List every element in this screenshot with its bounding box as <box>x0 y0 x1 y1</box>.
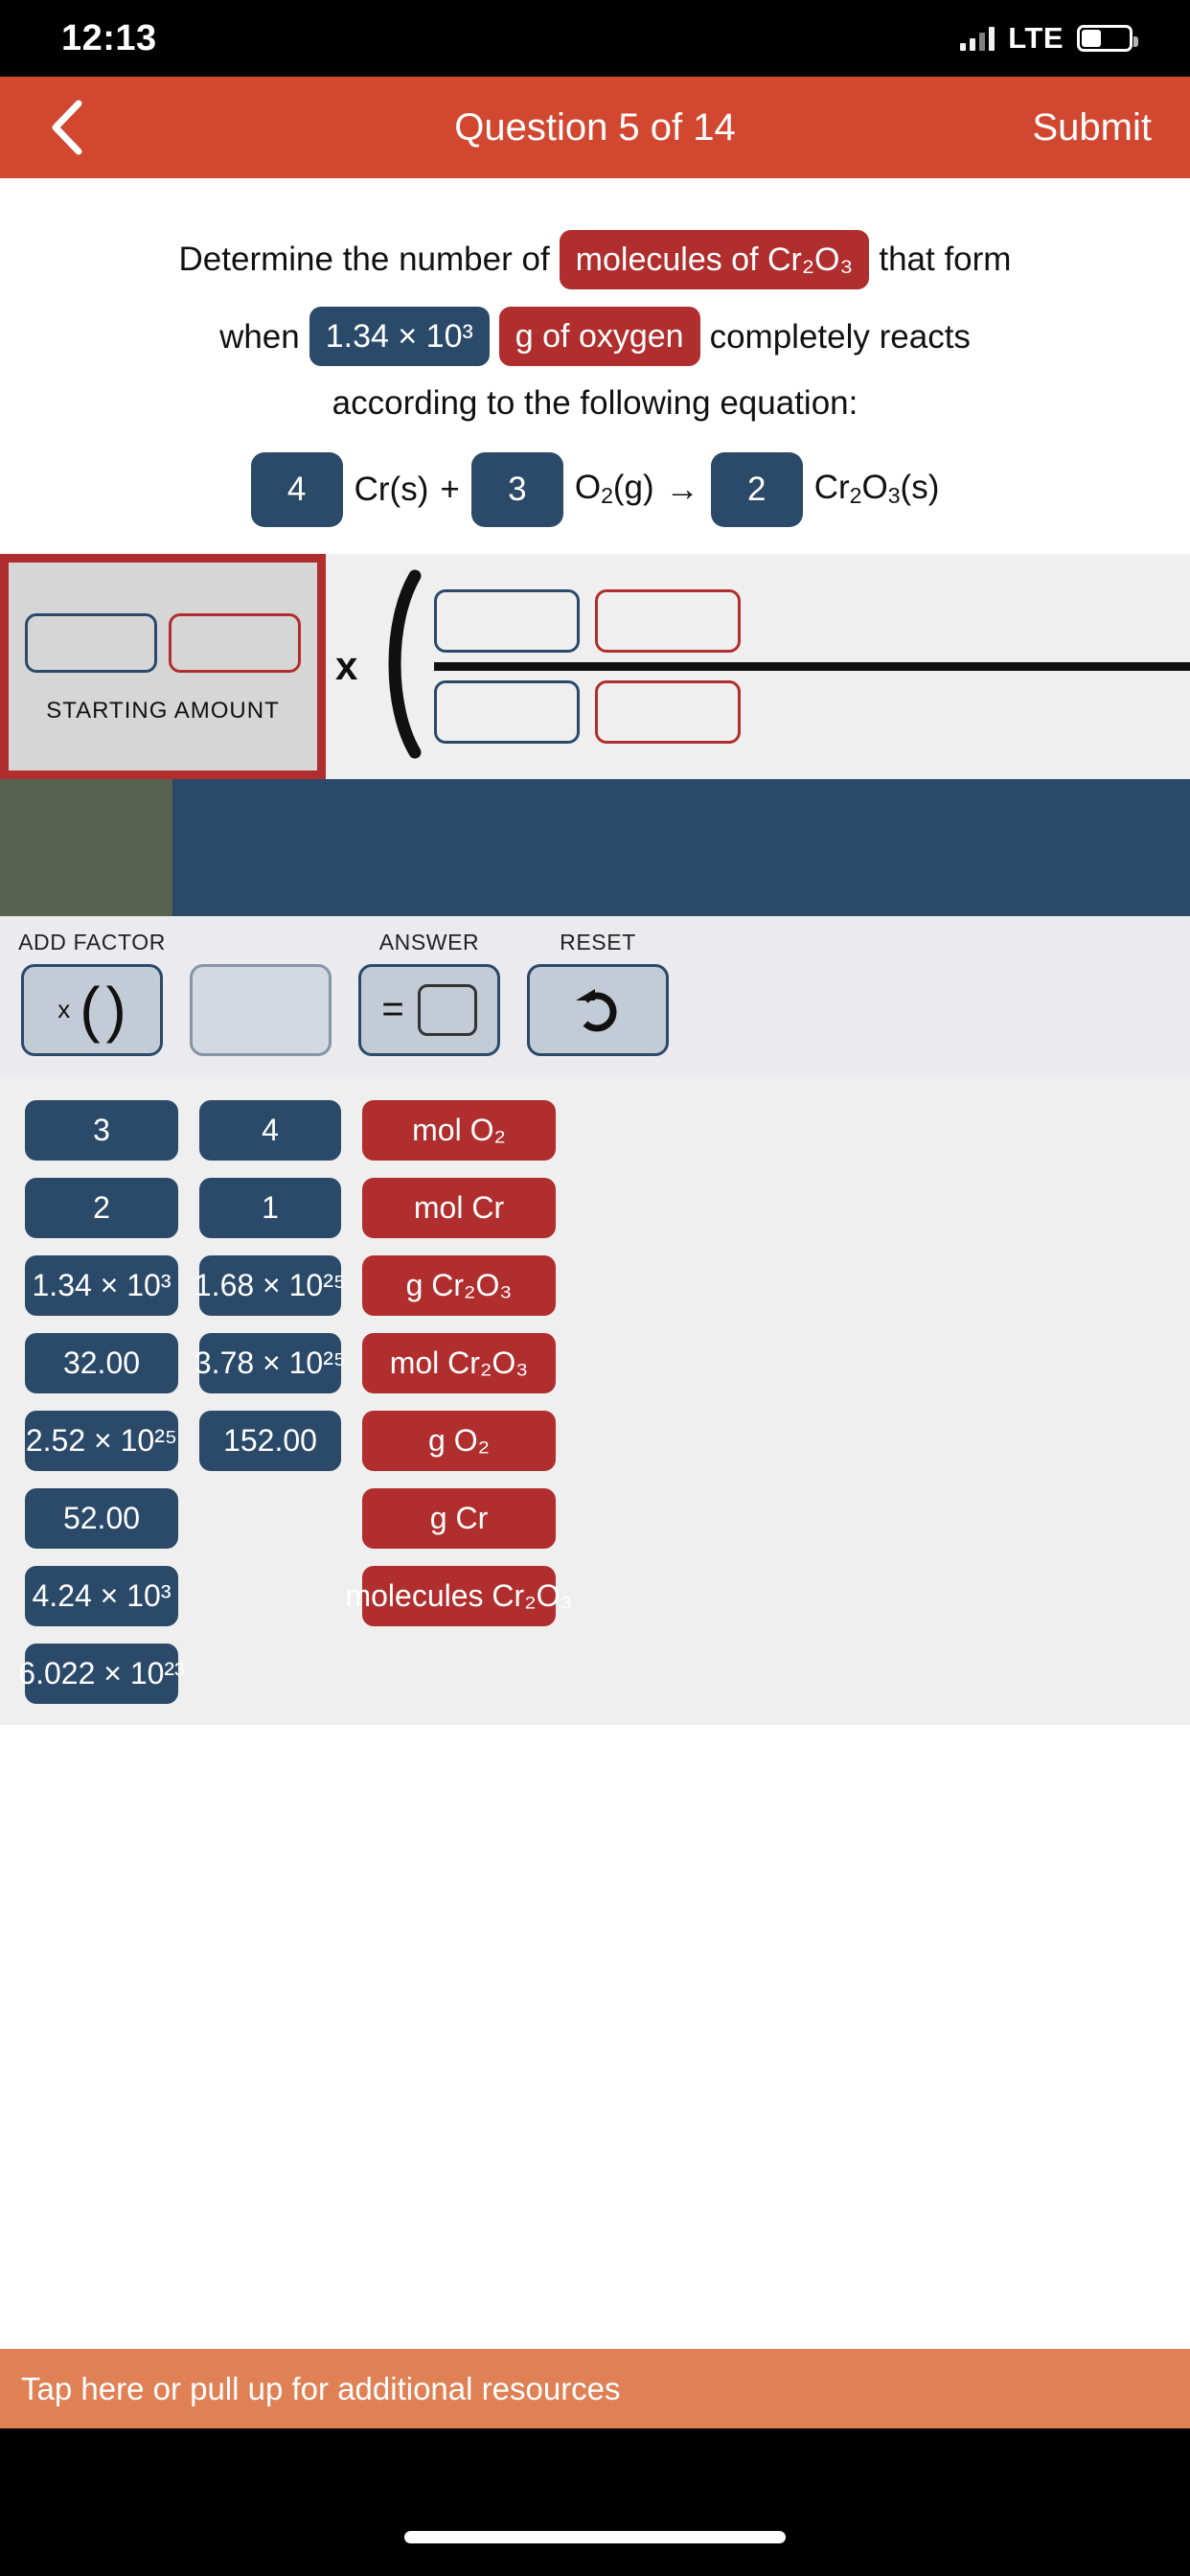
tile-item[interactable]: 3.78 × 10²⁵ <box>195 1332 346 1393</box>
numerator-unit-slot[interactable] <box>595 588 742 653</box>
undo-arrow-icon <box>570 979 626 1040</box>
multiply-parenthesis-icon: x <box>57 995 71 1024</box>
horizontal-scrollbar-thumb[interactable] <box>0 778 172 916</box>
additional-resources-label: Tap here or pull up for additional resou… <box>21 2370 621 2406</box>
tile-item[interactable]: 3 <box>25 1099 178 1161</box>
tile-item[interactable]: 52.00 <box>25 1487 178 1549</box>
answer-button[interactable]: = <box>358 963 500 1056</box>
reaction-arrow-icon: → <box>665 470 699 508</box>
target-quantity-pill: molecules of Cr₂O₃ <box>559 230 870 290</box>
fraction-numerator <box>434 588 1190 653</box>
work-area: STARTING AMOUNT x <box>0 553 1190 779</box>
question-panel: Determine the number of molecules of Cr₂… <box>0 178 1190 554</box>
starting-value-slot[interactable] <box>25 613 157 674</box>
empty-slot-button <box>190 963 332 1056</box>
home-indicator-area <box>0 2428 1190 2576</box>
question-text-prefix: Determine the number of <box>178 241 550 279</box>
question-line-2: when 1.34 × 10³ g of oxygen completely r… <box>33 307 1157 367</box>
fraction-denominator <box>434 679 1190 744</box>
coefficient-reactant-1[interactable]: 4 <box>250 451 343 527</box>
tile-item[interactable]: 2 <box>25 1177 178 1238</box>
home-indicator[interactable] <box>404 2531 786 2543</box>
starting-unit-slot[interactable] <box>169 613 301 674</box>
tile-item[interactable]: 4 <box>199 1099 341 1161</box>
tile-item[interactable]: g Cr <box>362 1487 556 1549</box>
add-factor-button[interactable]: x ( ) <box>21 963 163 1056</box>
equals-box-icon: = <box>381 988 404 1031</box>
starting-amount-label: STARTING AMOUNT <box>46 698 280 724</box>
network-type-label: LTE <box>1008 21 1064 55</box>
given-suffix-text: completely reacts <box>709 317 971 356</box>
tool-reset: RESET <box>527 930 669 1056</box>
tile-item[interactable]: 6.022 × 10²³ <box>18 1643 185 1704</box>
denominator-value-slot[interactable] <box>434 679 581 744</box>
tile-item[interactable]: 32.00 <box>25 1332 178 1393</box>
action-toolbar: ADD FACTOR x ( ) ANSWER = RESET <box>0 915 1190 1077</box>
chemical-equation: 4 Cr(s) + 3 O2(g) → 2 Cr2O3(s) <box>33 451 1157 527</box>
nav-bar: Question 5 of 14 Submit <box>0 77 1190 178</box>
tile-column-numbers-2: 4 1 1.68 × 10²⁵ 3.78 × 10²⁵ 152.00 <box>195 1099 346 1471</box>
reactant-2-formula: O2(g) <box>574 469 654 509</box>
answer-input-box[interactable] <box>417 983 477 1036</box>
conversion-fraction <box>434 588 1190 744</box>
battery-icon <box>1077 25 1138 52</box>
tile-bank: 3 2 1.34 × 10³ 32.00 2.52 × 10²⁵ 52.00 4… <box>0 1076 1190 1725</box>
tile-item[interactable]: g O₂ <box>362 1410 556 1471</box>
horizontal-scrollbar-track[interactable] <box>0 778 1190 916</box>
reset-label: RESET <box>560 929 636 954</box>
submit-button[interactable]: Submit <box>1033 106 1153 150</box>
status-indicators: LTE <box>960 21 1138 56</box>
product-1-formula: Cr2O3(s) <box>813 469 940 509</box>
tile-item[interactable]: 4.24 × 10³ <box>25 1565 178 1626</box>
back-chevron-icon[interactable] <box>38 99 96 156</box>
tile-item[interactable]: 1.34 × 10³ <box>25 1254 178 1316</box>
reactant-1-formula: Cr(s) <box>354 470 429 508</box>
tool-empty-slot <box>190 930 332 1056</box>
denominator-unit-slot[interactable] <box>595 679 742 744</box>
tile-item[interactable]: 1 <box>199 1177 341 1238</box>
additional-resources-bar[interactable]: Tap here or pull up for additional resou… <box>0 2349 1190 2428</box>
reset-button[interactable] <box>527 963 669 1056</box>
coefficient-reactant-2[interactable]: 3 <box>470 451 563 527</box>
tile-item[interactable]: mol Cr₂O₃ <box>362 1332 556 1393</box>
open-paren-icon <box>371 568 424 765</box>
tool-answer: ANSWER = <box>358 930 500 1056</box>
tool-add-factor: ADD FACTOR x ( ) <box>18 929 166 1056</box>
starting-amount-slots <box>25 613 301 674</box>
tile-item[interactable]: mol Cr <box>362 1177 556 1238</box>
given-amount-pill: 1.34 × 10³ <box>309 307 490 367</box>
tile-item[interactable]: g Cr₂O₃ <box>362 1254 556 1316</box>
answer-label: ANSWER <box>378 929 480 954</box>
page-title: Question 5 of 14 <box>454 105 736 149</box>
tile-column-numbers-1: 3 2 1.34 × 10³ 32.00 2.52 × 10²⁵ 52.00 4… <box>18 1099 185 1704</box>
tile-item[interactable]: 1.68 × 10²⁵ <box>195 1254 346 1316</box>
status-bar: 12:13 LTE <box>0 0 1190 77</box>
multiply-symbol: x <box>335 643 358 689</box>
tile-item[interactable]: 152.00 <box>199 1410 341 1471</box>
conversion-factor-zone: x <box>326 554 1190 779</box>
starting-amount-card[interactable]: STARTING AMOUNT <box>0 553 326 779</box>
tile-item[interactable]: mol O₂ <box>362 1099 556 1161</box>
tile-column-units: mol O₂ mol Cr g Cr₂O₃ mol Cr₂O₃ g O₂ g C… <box>345 1099 573 1626</box>
coefficient-product-1[interactable]: 2 <box>710 451 803 527</box>
question-line-1: Determine the number of molecules of Cr₂… <box>33 230 1157 290</box>
given-unit-pill: g of oxygen <box>498 307 700 367</box>
tile-item[interactable]: 2.52 × 10²⁵ <box>25 1410 178 1471</box>
question-line-3: according to the following equation: <box>332 384 858 423</box>
tile-item[interactable]: molecules Cr₂O₃ <box>345 1565 573 1626</box>
fraction-bar <box>434 661 1190 671</box>
given-prefix-text: when <box>219 317 300 356</box>
numerator-value-slot[interactable] <box>434 588 581 653</box>
question-text-suffix: that form <box>879 241 1012 279</box>
signal-bars-icon <box>960 26 995 51</box>
plus-operator: + <box>440 470 460 508</box>
add-factor-label: ADD FACTOR <box>18 929 166 954</box>
status-time: 12:13 <box>61 17 157 58</box>
